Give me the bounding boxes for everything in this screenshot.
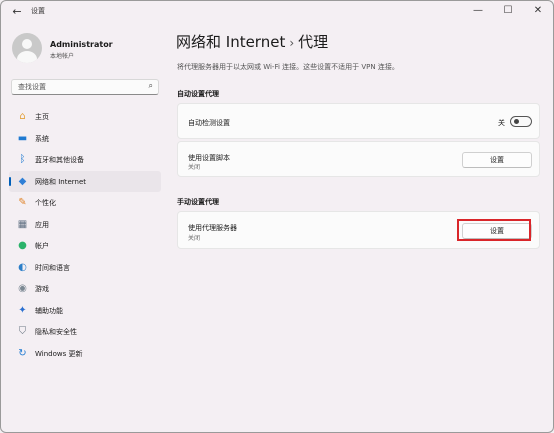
gamepad-icon: ◉ [18,283,27,294]
auto-detect-toggle[interactable] [510,116,532,127]
breadcrumb-current: 代理 [298,33,329,51]
sidebar-item-label: 蓝牙和其他设备 [35,156,84,164]
sidebar-item-label: 应用 [35,220,49,229]
setup-script-status: 关闭 [188,164,201,171]
sidebar-item-label: 辅助功能 [35,306,63,315]
sidebar-item[interactable]: ✎ 个性化 [9,192,161,214]
sidebar-item[interactable]: ᛒ 蓝牙和其他设备 [9,149,161,171]
sidebar-item-label: Windows 更新 [35,349,83,358]
sidebar-item-label: 网络和 Internet [35,177,87,186]
breadcrumb-parent[interactable]: 网络和 Internet [176,33,285,51]
proxy-server-label: 使用代理服务器 [188,224,237,232]
page-title: 网络和 Internet › 代理 [176,31,328,52]
sidebar-item[interactable]: ◉ 游戏 [9,278,161,300]
avatar-head [22,39,32,49]
app-title: 设置 [31,7,45,15]
sidebar-item-label: 主页 [35,113,49,121]
auto-detect-label: 自动检测设置 [188,119,230,127]
search-box[interactable]: ⌕ [11,79,159,95]
sidebar-item[interactable]: ↻ Windows 更新 [9,343,161,365]
sidebar-item-label: 隐私和安全性 [35,328,77,336]
sidebar-item[interactable]: ✦ 辅助功能 [9,300,161,322]
avatar[interactable] [12,33,42,63]
sidebar-item-label: 帐户 [35,242,49,250]
globe-icon: ◐ [18,261,27,273]
setup-script-card: 使用设置脚本 关闭 设置 [177,141,540,177]
auto-proxy-section-title: 自动设置代理 [177,90,219,98]
sidebar-item-label: 时间和语言 [35,263,70,272]
manual-proxy-section-title: 手动设置代理 [177,198,219,206]
setup-script-button[interactable]: 设置 [462,152,532,168]
update-icon: ↻ [18,347,27,359]
close-icon[interactable]: ✕ [523,1,553,23]
sidebar-item[interactable]: ◆ 网络和 Internet [9,170,161,192]
bluetooth-icon: ᛒ [19,154,26,165]
sidebar-item[interactable]: ⌂ 主页 [9,106,161,128]
shield-icon: ⛉ [18,326,27,337]
proxy-server-status: 关闭 [188,235,201,242]
sidebar-item-label: 系统 [35,134,49,143]
highlight-box [457,219,531,241]
window-controls: — ☐ ✕ [463,1,553,23]
toggle-knob [514,119,519,124]
breadcrumb-chevron-icon: › [289,36,295,50]
sidebar-nav: ⌂ 主页 ▬ 系统 ᛒ 蓝牙和其他设备 ◆ 网络和 Internet ✎ 个性化 ▦ 应用 ● 帐户 ◐ 时间… [9,106,161,364]
title-bar: ← 设置 — ☐ ✕ [1,1,553,23]
sidebar-item[interactable]: ◐ 时间和语言 [9,257,161,279]
brush-icon: ✎ [18,197,27,208]
account-icon: ● [18,240,27,251]
sidebar-item-label: 游戏 [35,285,49,293]
sidebar-item[interactable]: ⛉ 隐私和安全性 [9,321,161,343]
sidebar-item[interactable]: ▦ 应用 [9,214,161,236]
page-description: 将代理服务器用于以太网或 Wi-Fi 连接。这些设置不适用于 VPN 连接。 [177,63,399,71]
auto-detect-state: 关 [498,119,505,127]
wifi-icon: ◆ [18,175,27,187]
sidebar-item[interactable]: ● 帐户 [9,235,161,257]
search-input[interactable] [18,81,138,93]
avatar-body [17,51,37,63]
minimize-icon[interactable]: — [463,1,493,23]
apps-icon: ▦ [17,218,28,230]
back-arrow-icon[interactable]: ← [9,4,25,20]
home-icon: ⌂ [19,111,26,122]
search-icon[interactable]: ⌕ [149,81,153,91]
sidebar-item[interactable]: ▬ 系统 [9,128,161,150]
sidebar-item-label: 个性化 [35,199,56,207]
settings-window: ← 设置 — ☐ ✕ Administrator 本地帐户 ⌕ ⌂ 主页 ▬ 系统 ᛒ 蓝… [0,0,554,433]
maximize-icon[interactable]: ☐ [493,1,523,23]
user-name: Administrator [50,40,113,49]
auto-detect-card: 自动检测设置 关 [177,103,540,139]
monitor-icon: ▬ [17,132,28,144]
user-account-type: 本地帐户 [50,53,75,60]
accessibility-icon: ✦ [18,304,27,316]
